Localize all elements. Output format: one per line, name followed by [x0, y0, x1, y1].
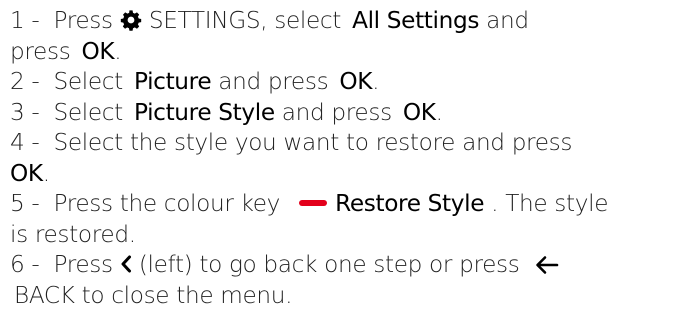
- step-text: SETTINGS, select: [148, 7, 342, 34]
- color-key-label: Restore Style: [335, 190, 485, 217]
- step-number: 5 -: [10, 190, 40, 217]
- step-4-line-2: OK.: [10, 159, 698, 190]
- menu-item-label: Picture: [133, 68, 212, 95]
- menu-item-label: All Settings: [352, 7, 480, 34]
- step-text: Press: [53, 7, 113, 34]
- ok-key-label: OK: [10, 159, 43, 187]
- step-text: Select: [53, 98, 123, 126]
- step-text: press: [10, 37, 71, 65]
- step-1-line-2: press OK.: [10, 37, 698, 68]
- step-number: 3 -: [10, 98, 40, 126]
- step-text: . The style: [491, 190, 609, 217]
- step-text: and press: [218, 68, 329, 95]
- step-text: is restored.: [10, 220, 136, 248]
- step-text: Press: [53, 251, 113, 278]
- step-text: .: [42, 159, 50, 187]
- step-text: .: [114, 37, 122, 65]
- ok-key-label: OK: [402, 98, 436, 126]
- arrow-left-icon: [535, 255, 559, 275]
- step-1-line-1: 1 - Press SETTINGS, select All Settings …: [10, 6, 698, 37]
- red-color-key-icon: [299, 200, 328, 206]
- step-5-line-2: is restored.: [10, 220, 698, 251]
- step-text: Press the colour key: [53, 190, 281, 217]
- step-number: 1 -: [10, 7, 40, 34]
- step-text: Select the style you want to restore and…: [53, 129, 573, 156]
- step-6-line-1: 6 - Press (left) to go back one step or …: [10, 250, 698, 281]
- step-text: .: [435, 98, 443, 126]
- menu-item-label: Picture Style: [133, 98, 275, 126]
- step-text: .: [372, 68, 380, 95]
- step-text: BACK to close the menu.: [14, 281, 293, 309]
- ok-key-label: OK: [339, 68, 373, 95]
- step-2-line: 2 - Select Picture and press OK.: [10, 67, 698, 98]
- step-text: (left) to go back one step or press: [138, 251, 520, 278]
- ok-key-label: OK: [81, 37, 115, 65]
- step-6-line-2: BACK to close the menu.: [10, 281, 698, 312]
- step-number: 6 -: [10, 251, 40, 278]
- step-text: and press: [281, 98, 392, 126]
- gear-icon: [120, 9, 142, 31]
- step-number: 4 -: [10, 129, 40, 156]
- step-text: and: [486, 7, 529, 34]
- step-number: 2 -: [10, 68, 40, 95]
- step-3-line: 3 - Select Picture Style and press OK.: [10, 98, 698, 129]
- step-5-line-1: 5 - Press the colour key Restore Style .…: [10, 189, 698, 220]
- chevron-left-icon: [120, 255, 132, 273]
- instruction-text: 1 - Press SETTINGS, select All Settings …: [0, 0, 698, 336]
- step-text: Select: [53, 68, 123, 95]
- step-4-line-1: 4 - Select the style you want to restore…: [10, 128, 698, 159]
